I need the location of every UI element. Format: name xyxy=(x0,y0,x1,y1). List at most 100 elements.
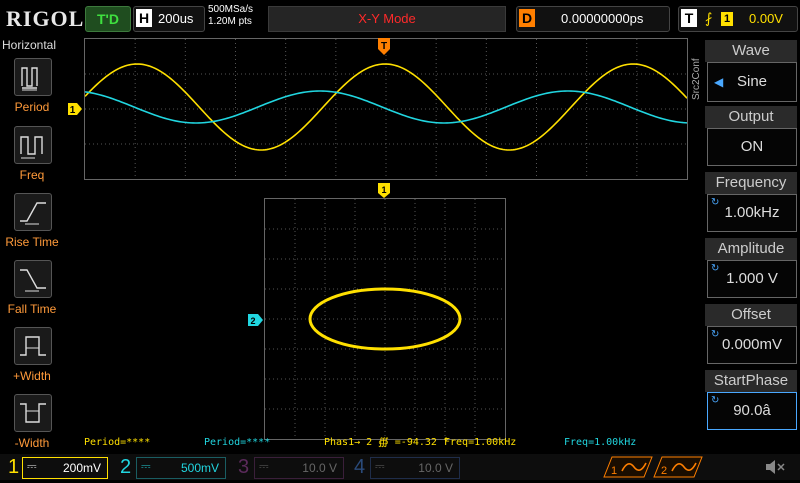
trigger-display[interactable]: T ⨏ 1 0.00V xyxy=(678,6,798,32)
wave-value: Sine xyxy=(736,73,768,90)
channel-3-status[interactable]: 3 ⎓ 10.0 V xyxy=(234,454,344,480)
expand-left-icon: ◀ xyxy=(714,75,724,89)
source-config-label: Src2Conf xyxy=(691,58,702,100)
negative-width-button[interactable]: -Width xyxy=(2,394,62,454)
trigger-source: 1 xyxy=(721,12,733,26)
xy-ch2-marker[interactable]: 2 xyxy=(248,313,264,326)
rise-time-label: Rise Time xyxy=(5,235,59,249)
period-button[interactable]: Period xyxy=(2,58,62,118)
amplitude-menu-item[interactable]: Amplitude ↻ 1.000 V xyxy=(705,238,797,298)
period-label: Period xyxy=(14,100,50,114)
channel-1-scale: 200mV xyxy=(62,461,101,475)
negative-width-icon xyxy=(14,394,52,432)
delay-display[interactable]: D 0.00000000ps xyxy=(516,6,670,32)
timebase-tag: H xyxy=(136,9,152,27)
speaker-mute-icon[interactable] xyxy=(762,456,788,478)
channel-4-scale-box[interactable]: ⎓ 10.0 V xyxy=(370,457,460,479)
channel-1-status[interactable]: 1 ⎓ 200mV xyxy=(0,454,110,480)
rise-time-button[interactable]: Rise Time xyxy=(2,193,62,253)
wave-menu-item[interactable]: Wave ◀ Sine xyxy=(705,40,797,102)
start-phase-value: 90.0â xyxy=(733,402,771,419)
xy-ch2-marker-label: 2 xyxy=(250,316,255,326)
frequency-value: 1.00kHz xyxy=(724,204,780,221)
frequency-value-box[interactable]: ↻ 1.00kHz xyxy=(707,194,797,232)
measurement-bar: Period=**** Period=**** Phas1→ 2 ∰ =-94.… xyxy=(80,437,700,451)
positive-width-icon xyxy=(14,327,52,365)
freq-label: Freq xyxy=(19,168,45,182)
timebase-display[interactable]: H 200us xyxy=(133,6,205,32)
frequency-menu-item[interactable]: Frequency ↻ 1.00kHz xyxy=(705,172,797,232)
acquisition-info: 500MSa/s 1.20M pts xyxy=(208,4,253,28)
source-config-tab[interactable]: Src2Conf xyxy=(686,44,704,104)
channel-1-scale-box[interactable]: ⎓ 200mV xyxy=(22,457,108,479)
channel-2-scale-box[interactable]: ⎓ 500mV xyxy=(136,457,226,479)
output-menu-item[interactable]: Output ON xyxy=(705,106,797,166)
start-phase-title: StartPhase xyxy=(705,370,797,392)
offset-value-box[interactable]: ↻ 0.000mV xyxy=(707,326,797,364)
amplitude-value: 1.000 V xyxy=(726,270,778,287)
channel-3-scale-box[interactable]: ⎓ 10.0 V xyxy=(254,457,344,479)
measure-freq-ch2: Freq=1.00kHz xyxy=(564,437,637,448)
channel-1-number: 1 xyxy=(8,456,20,478)
wave-value-box[interactable]: ◀ Sine xyxy=(707,62,797,102)
generator-1-status[interactable]: 1 xyxy=(602,456,654,478)
knob-icon: ↻ xyxy=(711,395,720,406)
sample-rate: 500MSa/s xyxy=(208,4,254,15)
dc-coupling-icon: ⎓ xyxy=(141,459,151,473)
start-phase-value-box[interactable]: ↻ 90.0â xyxy=(707,392,797,430)
ch1-marker-label: 1 xyxy=(70,105,76,115)
generator-1-number: 1 xyxy=(611,465,617,477)
xy-plot xyxy=(265,199,505,439)
xy-display[interactable] xyxy=(264,198,506,440)
frequency-title: Frequency xyxy=(705,172,797,194)
channel-4-scale: 10.0 V xyxy=(418,461,453,475)
trigger-marker-label: T xyxy=(381,41,387,52)
knob-icon: ↻ xyxy=(711,197,720,208)
knob-icon: ↻ xyxy=(711,329,720,340)
generator-2-status[interactable]: 2 xyxy=(652,456,704,478)
delay-tag: D xyxy=(519,9,535,27)
horizontal-menu-title: Horizontal xyxy=(2,38,57,52)
brand-logo: RIGOL xyxy=(6,6,85,31)
trigger-tag: T xyxy=(681,9,697,27)
amplitude-value-box[interactable]: ↻ 1.000 V xyxy=(707,260,797,298)
yt-waveform-display[interactable] xyxy=(84,38,688,180)
ch1-offset-marker[interactable]: 1 xyxy=(68,102,82,116)
dc-coupling-icon: ⎓ xyxy=(27,459,37,473)
channel-4-number: 4 xyxy=(354,456,366,478)
freq-button[interactable]: Freq xyxy=(2,126,62,186)
measure-period-ch1: Period=**** xyxy=(84,437,151,448)
rising-edge-icon: ⨏ xyxy=(705,10,713,26)
fall-time-button[interactable]: Fall Time xyxy=(2,260,62,320)
measure-freq-ch1: Freq=1.00kHz xyxy=(444,437,517,448)
frequency-icon xyxy=(14,126,52,164)
positive-width-label: +Width xyxy=(13,369,51,383)
rise-time-icon xyxy=(14,193,52,231)
channel-status-bar: 1 ⎓ 200mV 2 ⎓ 500mV 3 ⎓ 10.0 V 4 ⎓ 10.0 … xyxy=(0,454,800,480)
trigger-level: 0.00V xyxy=(749,11,783,26)
fall-time-icon xyxy=(14,260,52,298)
generator-2-number: 2 xyxy=(661,465,667,477)
measure-period-ch2: Period=**** xyxy=(204,437,271,448)
trigger-position-marker[interactable]: T xyxy=(378,38,390,56)
xy-ch1-marker[interactable]: 1 xyxy=(378,183,390,199)
fall-time-label: Fall Time xyxy=(7,302,57,316)
start-phase-menu-item[interactable]: StartPhase ↻ 90.0â xyxy=(705,370,797,430)
dc-coupling-icon: ⎓ xyxy=(375,459,385,473)
channel-4-status[interactable]: 4 ⎓ 10.0 V xyxy=(350,454,460,480)
dc-coupling-icon: ⎓ xyxy=(259,459,269,473)
xy-ch1-marker-label: 1 xyxy=(381,185,386,195)
delay-value: 0.00000000ps xyxy=(561,11,644,26)
channel-3-scale: 10.0 V xyxy=(302,461,337,475)
yt-waveform-plot xyxy=(84,39,688,179)
output-title: Output xyxy=(705,106,797,128)
measure-phase: Phas1→ 2 ∰ =-94.32 ° xyxy=(324,437,449,448)
timebase-value: 200us xyxy=(158,11,194,26)
run-stop-status[interactable]: T'D xyxy=(85,6,131,32)
offset-title: Offset xyxy=(705,304,797,326)
output-value-box[interactable]: ON xyxy=(707,128,797,166)
amplitude-title: Amplitude xyxy=(705,238,797,260)
channel-2-status[interactable]: 2 ⎓ 500mV xyxy=(116,454,226,480)
positive-width-button[interactable]: +Width xyxy=(2,327,62,387)
offset-menu-item[interactable]: Offset ↻ 0.000mV xyxy=(705,304,797,364)
